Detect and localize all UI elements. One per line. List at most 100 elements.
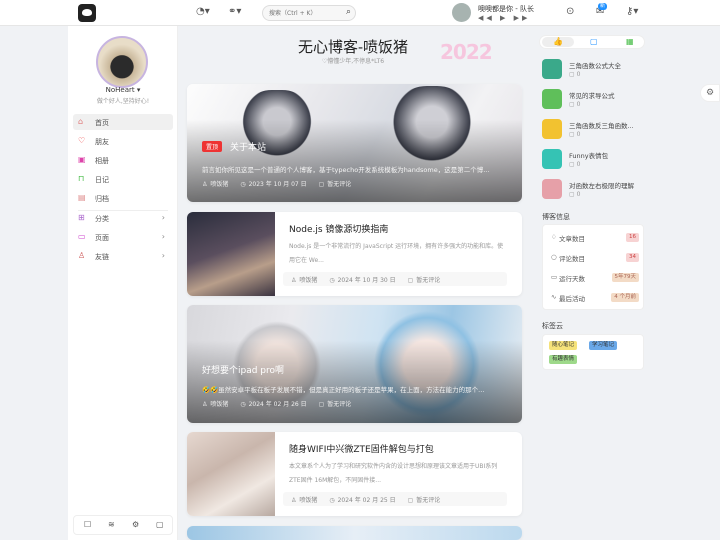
post-card[interactable] <box>187 526 522 540</box>
hot-post-thumb <box>542 89 562 109</box>
settings-toggle-icon[interactable]: ⚙ <box>700 84 720 102</box>
clock-icon: ◷ <box>329 497 335 504</box>
info-row: ○ 评论数目 34 <box>551 252 639 264</box>
message-icon[interactable]: ▢ <box>156 520 164 529</box>
nav-category[interactable]: ⊞ 分类 › <box>73 210 173 226</box>
hot-post-count: ▢ 0 <box>569 71 581 78</box>
post-meta: ♙ 喷饭猪 ◷ 2024 年 02 月 26 日 ▢ 暂无评论 <box>202 399 361 408</box>
post-author[interactable]: 喷饭猪 <box>210 181 228 188</box>
nav-home[interactable]: ⌂ 首页 <box>73 114 173 130</box>
info-label: 评论数目 <box>559 255 585 263</box>
post-title[interactable]: Node.js 镜像源切换指南 <box>289 222 388 235</box>
pinned-badge: 置顶 <box>202 141 223 152</box>
tag-cloud-title: 标签云 <box>542 322 563 330</box>
post-comments[interactable]: 暂无评论 <box>327 401 351 408</box>
music-controls[interactable]: ◀◀ ▶ ▶▶ <box>478 14 530 22</box>
nav-label: 分类 <box>95 215 109 223</box>
archive-icon: ▤ <box>78 193 86 202</box>
search-box[interactable]: ⌕ <box>262 5 356 21</box>
nav-label: 页面 <box>95 234 109 242</box>
profile-name[interactable]: NoHeart ▾ <box>68 86 178 94</box>
hot-post-count: ▢ 0 <box>569 131 581 138</box>
post-card[interactable]: 随身WIFI中兴微ZTE固件解包与打包 本文章系个人为了学习和研究软件内含的设计… <box>187 432 522 516</box>
post-excerpt: 本文章系个人为了学习和研究软件内含的设计思想和原理该文章适用于UBI系列 ZTE… <box>289 463 498 484</box>
hot-post-item[interactable]: Funny表情包 ▢ 0 <box>542 147 646 173</box>
tab-gift-icon[interactable]: ▦ <box>626 37 634 46</box>
image-icon: ▣ <box>78 155 86 164</box>
search-icon[interactable]: ⌕ <box>346 7 351 17</box>
post-meta: ♙ 喷饭猪 ◷ 2024 年 02 月 25 日 ▢ 暂无评论 <box>283 492 507 506</box>
search-input[interactable] <box>269 7 339 19</box>
post-meta: ♙ 喷饭猪 ◷ 2024 年 10 月 30 日 ▢ 暂无评论 <box>283 272 507 286</box>
author-icon: ♙ <box>291 277 297 284</box>
post-card[interactable]: 好想要个ipad pro啊 🤣🤣虽然安卓平板在板子发展不错，但是真正好用的板子还… <box>187 305 522 423</box>
info-value: 4 个月前 <box>611 293 639 302</box>
settings-icon[interactable]: ⊙ <box>566 6 574 17</box>
rss-icon[interactable]: ≋ <box>108 520 115 529</box>
post-comments[interactable]: 暂无评论 <box>327 181 351 188</box>
link-icon[interactable]: ⚭▾ <box>228 6 241 17</box>
top-bar: ◔▾ ⚭▾ ⌕ 噢噢都是你 - 队长 ◀◀ ▶ ▶▶ ⊙ ✉ 新 ⚷▾ <box>0 0 720 26</box>
post-comments[interactable]: 暂无评论 <box>416 497 440 504</box>
right-sidebar: 👍 ▢ ▦ 三角函数公式大全 ▢ 0 常见的求导公式 ▢ 0 三角函数反三角函数… <box>536 26 648 540</box>
nav-label: 友链 <box>95 253 109 261</box>
nav-links[interactable]: ♙ 友链 › <box>73 248 173 264</box>
post-date: 2023 年 10 月 07 日 <box>248 181 307 188</box>
post-author[interactable]: 喷饭猪 <box>299 497 317 504</box>
calendar-icon: ▭ <box>551 273 558 281</box>
hot-post-thumb <box>542 149 562 169</box>
hot-post-title[interactable]: Funny表情包 <box>569 150 608 160</box>
blog-info-box: ♢ 文章数目 16 ○ 评论数目 34 ▭ 运行天数 5年79天 ∿ 最后活动 … <box>542 224 644 310</box>
decoration-2022: 2022 <box>440 40 493 64</box>
music-title: 噢噢都是你 - 队长 <box>478 5 534 13</box>
notification-badge: 新 <box>598 3 608 10</box>
hot-post-count: ▢ 0 <box>569 161 581 168</box>
hot-post-thumb <box>542 119 562 139</box>
hot-post-item[interactable]: 对函数左右极限的理解 ▢ 0 <box>542 177 646 203</box>
post-author[interactable]: 喷饭猪 <box>210 401 228 408</box>
post-card[interactable]: Node.js 镜像源切换指南 Node.js 是一个非常流行的 JavaScr… <box>187 212 522 296</box>
author-icon: ♙ <box>202 181 208 188</box>
post-meta: ♙ 喷饭猪 ◷ 2023 年 10 月 07 日 ▢ 暂无评论 <box>202 179 361 188</box>
site-logo[interactable] <box>78 4 96 22</box>
tab-comments-icon[interactable]: ▢ <box>590 37 598 46</box>
chevron-right-icon: › <box>161 232 165 241</box>
tag-item[interactable]: 随心笔记 <box>549 341 578 350</box>
gear-icon[interactable]: ⚙ <box>132 520 139 529</box>
avatar[interactable] <box>96 36 148 88</box>
chat-icon[interactable]: ☐ <box>84 520 91 529</box>
post-title[interactable]: 随身WIFI中兴微ZTE固件解包与打包 <box>289 442 434 455</box>
tag-item[interactable]: 有趣表情 <box>549 355 578 364</box>
nav-archive[interactable]: ▤ 归档 <box>73 190 173 206</box>
post-title[interactable]: 置顶 关于本站 <box>202 140 266 153</box>
post-author[interactable]: 喷饭猪 <box>299 277 317 284</box>
hot-post-count: ▢ 0 <box>569 191 581 198</box>
nav-pages[interactable]: ▭ 页面 › <box>73 229 173 245</box>
tab-hot-icon[interactable]: 👍 <box>542 37 574 47</box>
post-thumbnail[interactable] <box>187 212 275 296</box>
sidebar-footer: ☐ ≋ ⚙ ▢ <box>73 515 173 535</box>
hot-post-item[interactable]: 三角函数反三角函数... ▢ 0 <box>542 117 646 143</box>
hot-post-item[interactable]: 三角函数公式大全 ▢ 0 <box>542 57 646 83</box>
nav-album[interactable]: ▣ 相册 <box>73 152 173 168</box>
post-comments[interactable]: 暂无评论 <box>416 277 440 284</box>
nav-friends[interactable]: ♡ 朋友 <box>73 133 173 149</box>
post-title[interactable]: 好想要个ipad pro啊 <box>202 363 284 376</box>
nav-label: 日记 <box>95 176 109 184</box>
chevron-right-icon: › <box>161 251 165 260</box>
info-label: 文章数目 <box>559 235 585 243</box>
hot-post-title[interactable]: 三角函数公式大全 <box>569 60 621 70</box>
info-label: 最后活动 <box>559 295 585 303</box>
hot-post-title[interactable]: 对函数左右极限的理解 <box>569 180 634 190</box>
music-cover[interactable] <box>452 3 471 22</box>
nav-diary[interactable]: ⊓ 日记 <box>73 171 173 187</box>
hot-post-item[interactable]: 常见的求导公式 ▢ 0 <box>542 87 646 113</box>
info-label: 运行天数 <box>559 275 585 283</box>
hot-post-title[interactable]: 常见的求导公式 <box>569 90 615 100</box>
user-menu-icon[interactable]: ⚷▾ <box>626 6 638 17</box>
hot-post-title[interactable]: 三角函数反三角函数... <box>569 120 634 130</box>
clock-icon[interactable]: ◔▾ <box>196 6 210 17</box>
tag-item[interactable]: 学习笔记 <box>589 341 618 350</box>
post-thumbnail[interactable] <box>187 432 275 516</box>
post-card[interactable]: 置顶 关于本站 前言如你所见这是一个普通的个人博客，基于typecho开发系统模板… <box>187 84 522 202</box>
